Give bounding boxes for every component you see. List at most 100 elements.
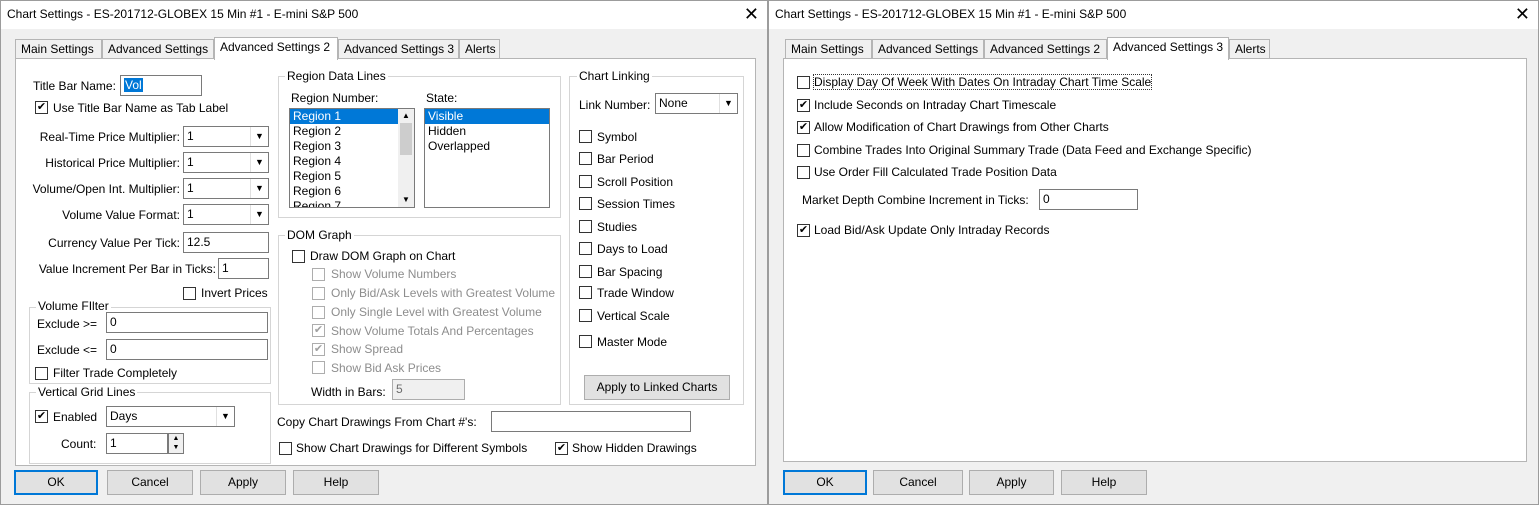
volume-value-format-select[interactable]: 1 ▼	[183, 204, 269, 225]
ok-button[interactable]: OK	[14, 470, 98, 495]
link-bar-period-checkbox[interactable]	[579, 152, 592, 165]
tab-alerts[interactable]: Alerts	[1229, 39, 1270, 59]
market-depth-input[interactable]: 0	[1039, 189, 1138, 210]
apply-to-linked-charts-button[interactable]: Apply to Linked Charts	[584, 375, 730, 400]
spin-down-icon[interactable]: ▼	[169, 443, 183, 452]
width-in-bars-input[interactable]: 5	[392, 379, 465, 400]
chevron-down-icon[interactable]: ▼	[250, 205, 268, 224]
hist-price-mult-value: 1	[187, 155, 194, 169]
help-button[interactable]: Help	[293, 470, 379, 495]
currency-value-per-tick-input[interactable]: 12.5	[183, 232, 269, 253]
scroll-thumb[interactable]	[400, 123, 412, 155]
state-list-item[interactable]: Hidden	[425, 124, 549, 139]
vertical-grid-period-select[interactable]: Days ▼	[106, 406, 235, 427]
region-list-item[interactable]: Region 4	[290, 154, 414, 169]
scroll-down-icon[interactable]: ▼	[398, 193, 414, 207]
link-session-times-checkbox[interactable]	[579, 197, 592, 210]
show-bid-ask-prices-checkbox[interactable]	[312, 361, 325, 374]
tab-main-settings[interactable]: Main Settings	[785, 39, 872, 59]
vol-oi-mult-select[interactable]: 1 ▼	[183, 178, 269, 199]
link-bar-spacing-checkbox[interactable]	[579, 265, 592, 278]
display-day-of-week-checkbox[interactable]	[797, 76, 810, 89]
use-order-fill-label: Use Order Fill Calculated Trade Position…	[814, 165, 1057, 179]
show-volume-totals-checkbox[interactable]: ✔	[312, 324, 325, 337]
value-increment-input[interactable]: 1	[218, 258, 269, 279]
tab-alerts[interactable]: Alerts	[459, 39, 500, 59]
tab-advanced-settings-2[interactable]: Advanced Settings 2	[214, 37, 338, 60]
link-master-mode-label: Master Mode	[597, 335, 668, 349]
chevron-down-icon[interactable]: ▼	[719, 94, 737, 113]
link-scroll-position-checkbox[interactable]	[579, 175, 592, 188]
rt-price-mult-select[interactable]: 1 ▼	[183, 126, 269, 147]
vertical-grid-count-input[interactable]: 1	[106, 433, 168, 454]
link-number-select[interactable]: None ▼	[655, 93, 738, 114]
invert-prices-checkbox[interactable]	[183, 287, 196, 300]
tab-advanced-settings-3[interactable]: Advanced Settings 3	[1107, 37, 1229, 60]
chevron-down-icon[interactable]: ▼	[216, 407, 234, 426]
region-list-item[interactable]: Region 7	[290, 199, 414, 207]
tab-advanced-settings[interactable]: Advanced Settings	[872, 39, 984, 59]
title-bar-name-input[interactable]: Vol	[120, 75, 202, 96]
chevron-down-icon[interactable]: ▼	[250, 179, 268, 198]
show-volume-numbers-checkbox[interactable]	[312, 268, 325, 281]
scroll-up-icon[interactable]: ▲	[398, 109, 414, 123]
state-label: State:	[426, 91, 458, 105]
exclude-le-label: Exclude <=	[37, 343, 98, 357]
chevron-down-icon[interactable]: ▼	[250, 153, 268, 172]
spin-up-icon[interactable]: ▲	[169, 434, 183, 443]
allow-modification-checkbox[interactable]: ✔	[797, 121, 810, 134]
region-list-item[interactable]: Region 2	[290, 124, 414, 139]
state-list[interactable]: Visible Hidden Overlapped	[424, 108, 550, 208]
region-list-item[interactable]: Region 5	[290, 169, 414, 184]
tab-main-settings[interactable]: Main Settings	[15, 39, 102, 59]
cancel-button[interactable]: Cancel	[873, 470, 963, 495]
show-hidden-drawings-label: Show Hidden Drawings	[572, 441, 697, 455]
exclude-ge-input[interactable]: 0	[106, 312, 268, 333]
show-diff-symbols-label: Show Chart Drawings for Different Symbol…	[296, 441, 528, 455]
cancel-button[interactable]: Cancel	[107, 470, 193, 495]
apply-button[interactable]: Apply	[200, 470, 286, 495]
only-bid-ask-checkbox[interactable]	[312, 287, 325, 300]
filter-trade-checkbox[interactable]	[35, 367, 48, 380]
load-bid-ask-checkbox[interactable]: ✔	[797, 224, 810, 237]
combine-trades-checkbox[interactable]	[797, 144, 810, 157]
use-order-fill-checkbox[interactable]	[797, 166, 810, 179]
only-single-level-checkbox[interactable]	[312, 306, 325, 319]
use-title-bar-name-label: Use Title Bar Name as Tab Label	[53, 101, 229, 115]
close-icon[interactable]: ✕	[744, 4, 759, 24]
chevron-down-icon[interactable]: ▼	[250, 127, 268, 146]
show-hidden-drawings-checkbox[interactable]: ✔	[555, 442, 568, 455]
link-trade-window-checkbox[interactable]	[579, 286, 592, 299]
link-symbol-checkbox[interactable]	[579, 130, 592, 143]
hist-price-mult-select[interactable]: 1 ▼	[183, 152, 269, 173]
close-icon[interactable]: ✕	[1515, 4, 1530, 24]
region-list-item[interactable]: Region 3	[290, 139, 414, 154]
state-list-item[interactable]: Visible	[425, 109, 549, 124]
state-list-item[interactable]: Overlapped	[425, 139, 549, 154]
help-button[interactable]: Help	[1061, 470, 1147, 495]
link-studies-checkbox[interactable]	[579, 220, 592, 233]
region-list-item[interactable]: Region 1	[290, 109, 398, 124]
show-spread-checkbox[interactable]: ✔	[312, 343, 325, 356]
use-title-bar-name-checkbox[interactable]: ✔	[35, 101, 48, 114]
tab-advanced-settings[interactable]: Advanced Settings	[102, 39, 214, 59]
region-list-scrollbar[interactable]: ▲ ▼	[398, 109, 414, 207]
link-master-mode-checkbox[interactable]	[579, 335, 592, 348]
link-vertical-scale-checkbox[interactable]	[579, 309, 592, 322]
link-studies-label: Studies	[597, 220, 638, 234]
vertical-grid-enabled-checkbox[interactable]: ✔	[35, 410, 48, 423]
apply-button[interactable]: Apply	[969, 470, 1054, 495]
exclude-le-input[interactable]: 0	[106, 339, 268, 360]
show-diff-symbols-checkbox[interactable]	[279, 442, 292, 455]
region-number-list[interactable]: Region 1 Region 2 Region 3 Region 4 Regi…	[289, 108, 415, 208]
region-list-item[interactable]: Region 6	[290, 184, 414, 199]
link-days-to-load-checkbox[interactable]	[579, 242, 592, 255]
tab-advanced-settings-3[interactable]: Advanced Settings 3	[338, 39, 459, 59]
include-seconds-checkbox[interactable]: ✔	[797, 99, 810, 112]
count-spinner[interactable]: ▲ ▼	[168, 433, 184, 454]
ok-button[interactable]: OK	[783, 470, 867, 495]
copy-drawings-input[interactable]	[491, 411, 691, 432]
tab-advanced-settings-2[interactable]: Advanced Settings 2	[984, 39, 1107, 59]
volume-filter-label: Volume FIlter	[36, 299, 111, 313]
draw-dom-graph-checkbox[interactable]	[292, 250, 305, 263]
